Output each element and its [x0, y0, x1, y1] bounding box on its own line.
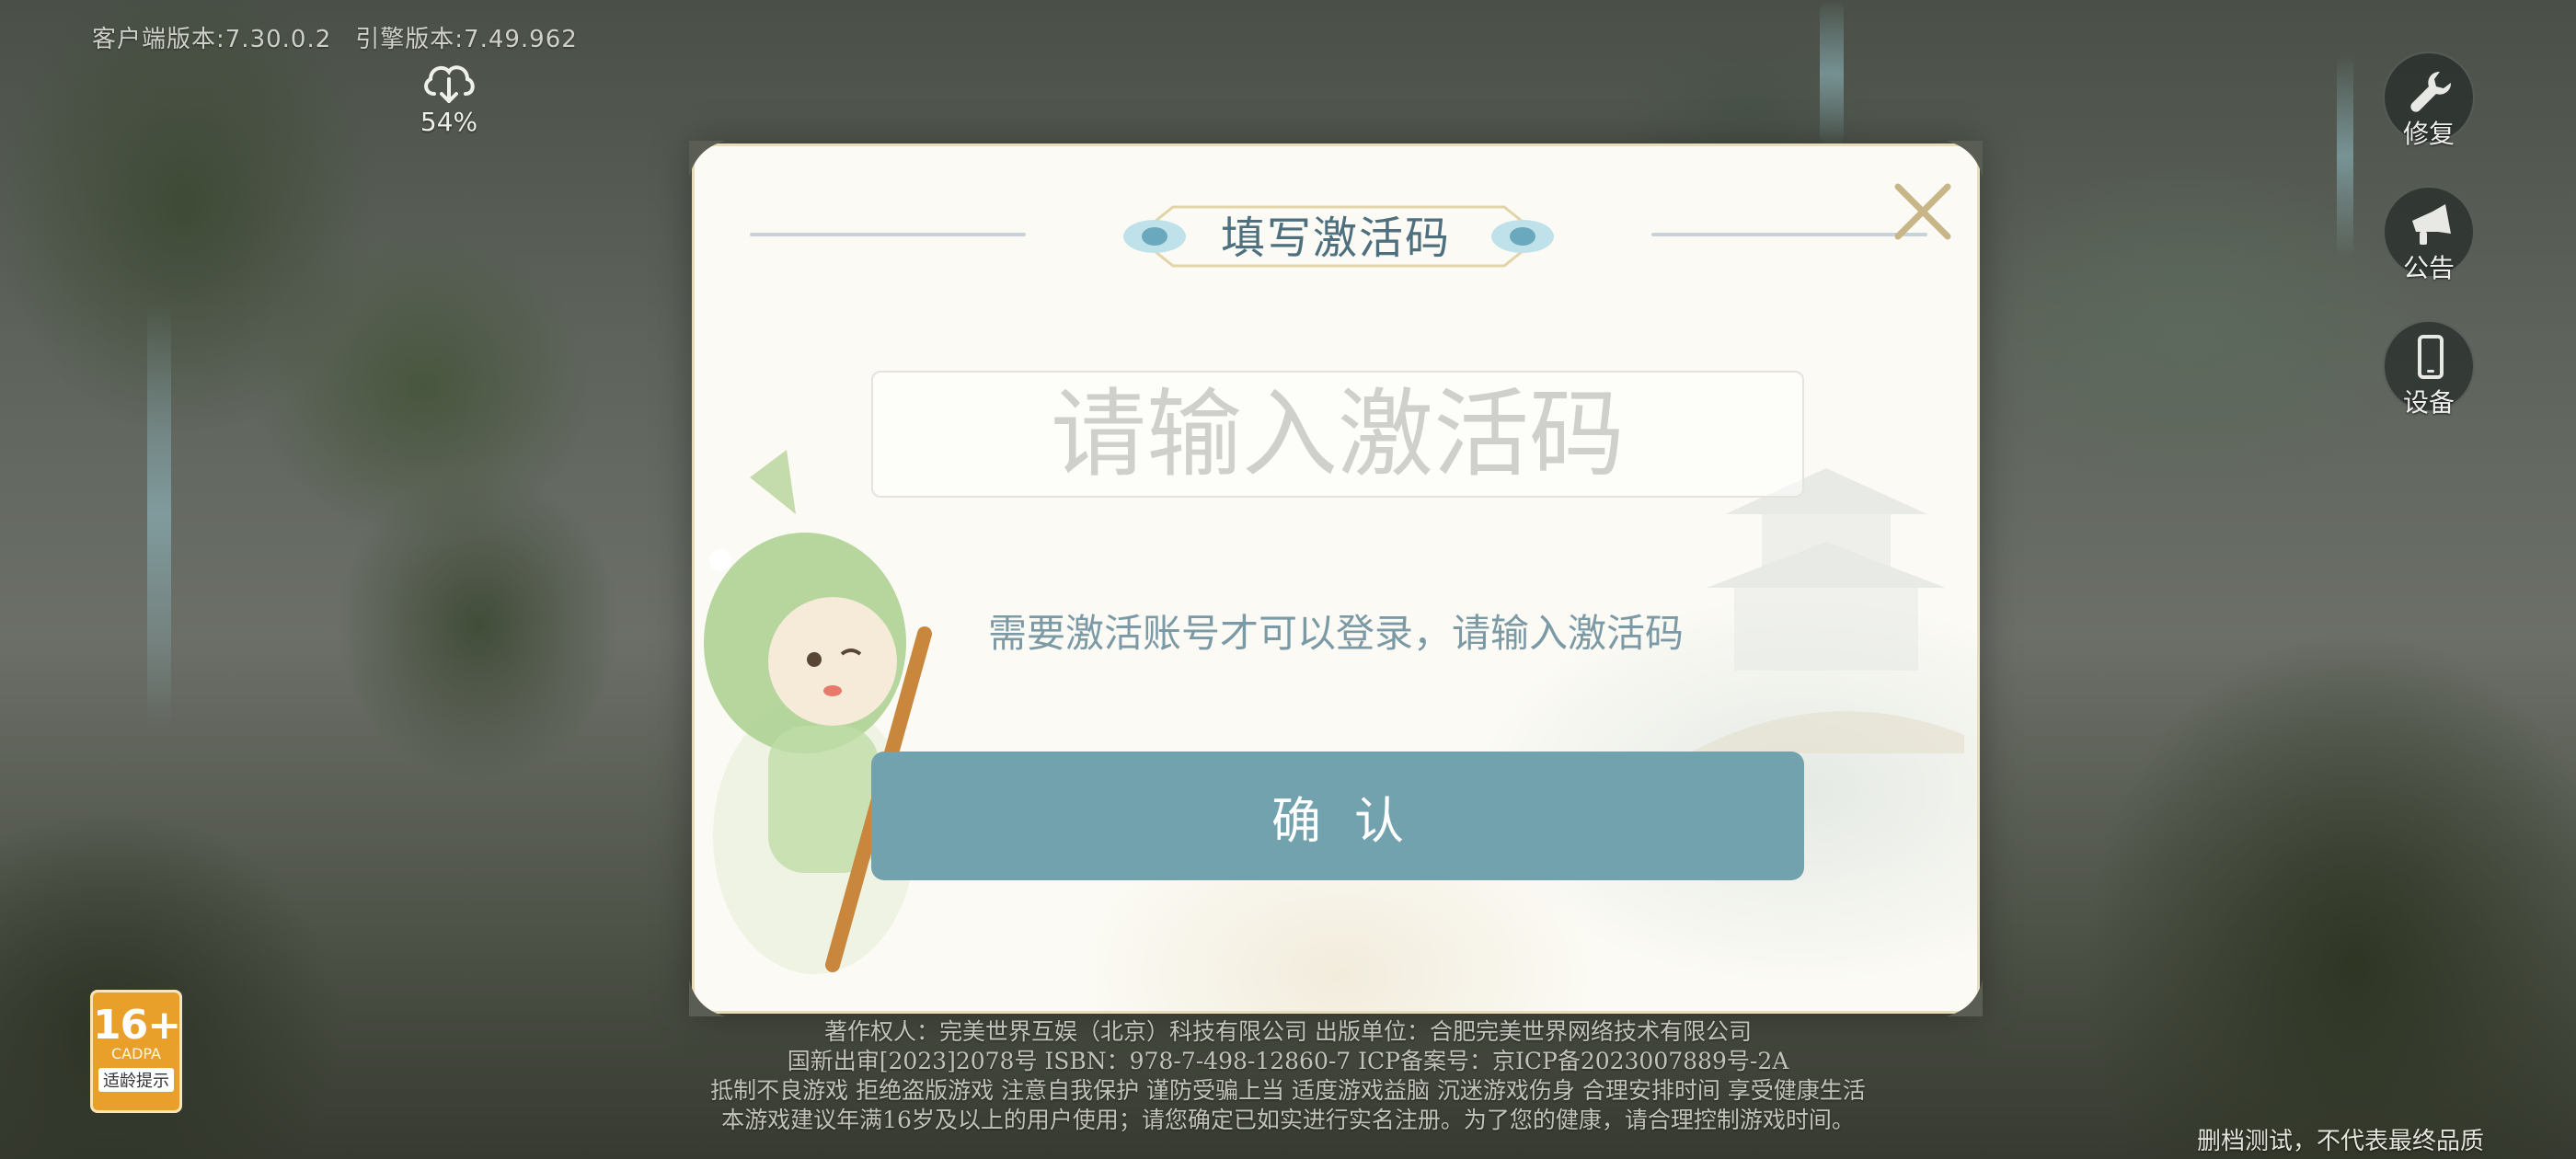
activation-hint: 需要激活账号才可以登录，请输入激活码	[987, 611, 1684, 656]
announcement-button[interactable]: 公告	[2383, 186, 2475, 283]
dialog-title: 填写激活码	[1220, 212, 1451, 264]
rating-org: CADPA	[110, 1045, 161, 1062]
client-version: 客户端版本:7.30.0.2	[92, 26, 332, 53]
download-progress: 54%	[416, 57, 482, 137]
age-rating: 16+	[93, 1002, 181, 1049]
legal-line: 本游戏建议年满16岁及以上的用户使用；请您确定已如实进行实名注册。为了您的健康，…	[721, 1107, 1855, 1133]
waterfall-decoration	[1820, 0, 1844, 147]
device-button[interactable]: 设备	[2383, 320, 2475, 418]
age-rating-badge: 16+ CADPA 适龄提示	[90, 990, 182, 1113]
legal-line: 抵制不良游戏 拒绝盗版游戏 注意自我保护 谨防受骗上当 适度游戏益脑 沉迷游戏伤…	[710, 1077, 1866, 1104]
megaphone-icon	[2412, 204, 2451, 245]
repair-label: 修复	[2402, 119, 2455, 149]
waterfall-decoration	[147, 304, 171, 727]
corner-ornament	[1946, 980, 1983, 1016]
mascot-illustration	[704, 450, 932, 974]
legal-line: 国新出审[2023]2078号 ISBN：978-7-498-12860-7 I…	[787, 1048, 1789, 1074]
close-icon	[1894, 183, 1951, 240]
legal-notice: 著作权人：完美世界互娱（北京）科技有限公司 出版单位：合肥完美世界网络技术有限公…	[589, 1017, 1987, 1135]
waterfall-decoration	[2337, 55, 2353, 258]
age-tip: 适龄提示	[98, 1068, 174, 1092]
version-info: 客户端版本:7.30.0.2 引擎版本:7.49.962	[92, 20, 602, 54]
legal-line: 著作权人：完美世界互娱（北京）科技有限公司 出版单位：合肥完美世界网络技术有限公…	[824, 1018, 1752, 1045]
activation-dialog: 填写激活码 需要激活账号才可以登录，请输入激活码 确认	[689, 141, 1983, 1016]
activation-code-input[interactable]	[871, 371, 1804, 498]
repair-button[interactable]: 修复	[2383, 52, 2475, 149]
announcement-label: 公告	[2402, 253, 2455, 283]
download-percent: 54%	[420, 107, 478, 137]
phone-icon	[2418, 335, 2444, 379]
wrench-icon	[2410, 71, 2452, 112]
cloud-download-icon	[424, 65, 475, 103]
dialog-header: 填写激活码	[695, 165, 1977, 268]
close-button[interactable]	[1891, 179, 1955, 244]
game-launcher-screen: 客户端版本:7.30.0.2 引擎版本:7.49.962 54% 修复 公告 设备	[0, 0, 2576, 1159]
engine-version: 引擎版本:7.49.962	[355, 26, 578, 53]
test-disclaimer: 删档测试，不代表最终品质	[2196, 1128, 2484, 1155]
confirm-button[interactable]: 确认	[871, 752, 1804, 880]
device-label: 设备	[2402, 387, 2455, 418]
